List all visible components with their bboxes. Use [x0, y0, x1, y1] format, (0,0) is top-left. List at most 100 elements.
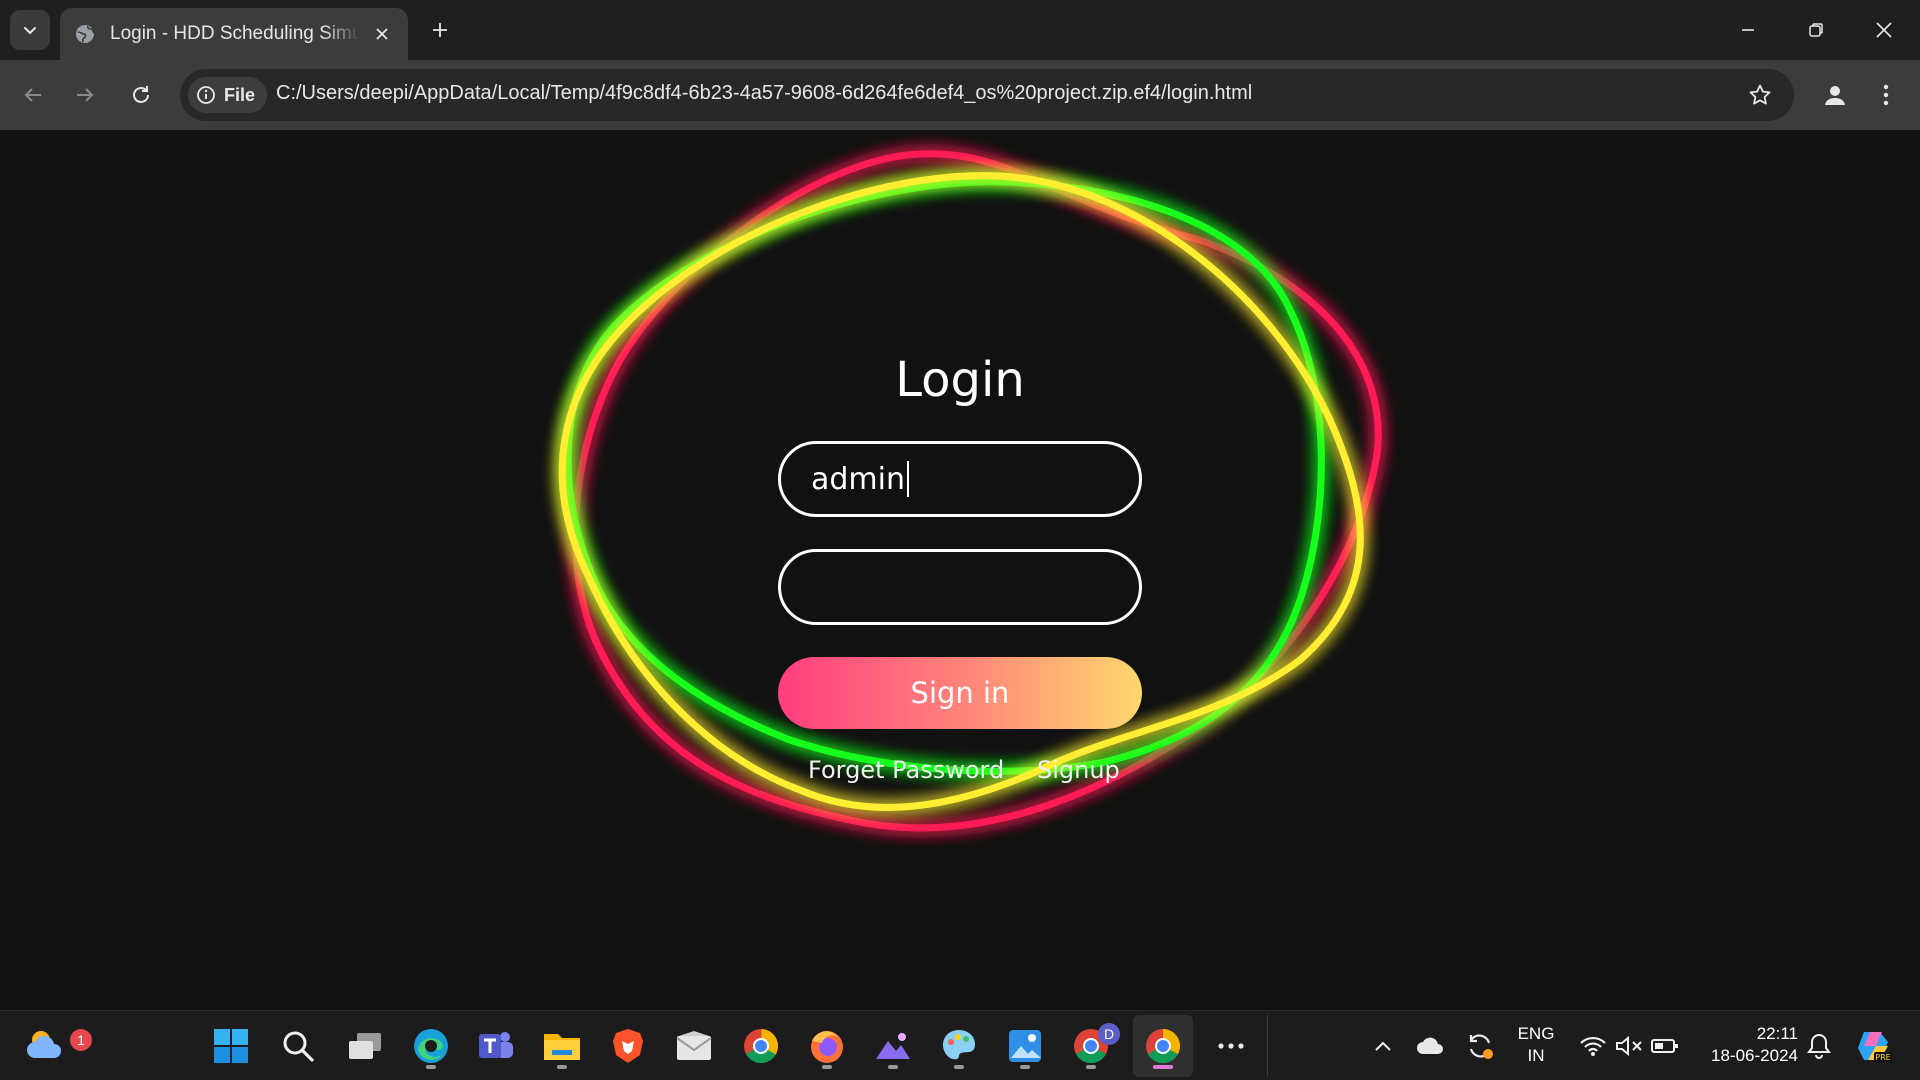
image-viewer-app[interactable]	[1000, 1021, 1050, 1071]
globe-icon	[74, 23, 96, 45]
paint-icon	[943, 1030, 975, 1060]
running-indicator	[1020, 1065, 1030, 1069]
file-explorer-icon	[544, 1034, 580, 1060]
running-indicator	[557, 1065, 567, 1069]
running-indicator	[888, 1065, 898, 1069]
sync-tray[interactable]	[1455, 1021, 1505, 1071]
file-explorer-app[interactable]	[537, 1021, 587, 1071]
arrow-left-icon	[24, 88, 41, 102]
active-indicator	[1153, 1065, 1173, 1069]
task-view-icon	[349, 1033, 381, 1059]
minimize-icon	[1742, 29, 1754, 31]
login-title: Login	[895, 352, 1025, 408]
language-code: ENG	[1517, 1024, 1555, 1043]
bell-icon	[1807, 1033, 1831, 1059]
weather-badge: 1	[70, 1029, 92, 1051]
url-text[interactable]: C:/Users/deepi/AppData/Local/Temp/4f9c8d…	[276, 82, 1252, 105]
start-button[interactable]	[206, 1021, 256, 1071]
search-button[interactable]	[273, 1021, 323, 1071]
copilot-button[interactable]: PRE	[1850, 1021, 1900, 1071]
clock[interactable]: 22:11 18-06-2024	[1692, 1023, 1798, 1067]
running-indicator	[822, 1065, 832, 1069]
teams-icon	[479, 1032, 513, 1058]
close-tab-icon[interactable]	[370, 22, 394, 46]
notifications-button[interactable]	[1794, 1021, 1844, 1071]
star-icon	[1749, 84, 1771, 105]
info-icon	[197, 86, 215, 104]
clock-date: 18-06-2024	[1711, 1046, 1798, 1065]
battery-icon	[1651, 1039, 1678, 1053]
avatar-icon	[1825, 86, 1845, 105]
address-bar[interactable]: File C:/Users/deepi/AppData/Local/Temp/4…	[180, 69, 1794, 121]
chrome-active-app[interactable]	[1138, 1021, 1188, 1071]
browser-menu-button[interactable]	[1868, 76, 1904, 114]
taskbar-separator	[1267, 1015, 1268, 1077]
wifi-icon	[1580, 1036, 1606, 1056]
tab-search-button[interactable]	[10, 10, 50, 50]
new-tab-button[interactable]	[424, 14, 456, 46]
weather-icon	[27, 1031, 61, 1058]
firefox-app[interactable]	[802, 1021, 852, 1071]
clock-time: 22:11	[1756, 1024, 1798, 1043]
task-view-button[interactable]	[340, 1021, 390, 1071]
running-indicator	[426, 1065, 436, 1069]
copilot-icon: PRE	[1858, 1032, 1892, 1062]
photos-app[interactable]	[868, 1021, 918, 1071]
speaker-muted-icon	[1616, 1035, 1642, 1057]
text-caret	[907, 461, 909, 497]
close-window-button[interactable]	[1864, 10, 1904, 50]
mail-app[interactable]	[669, 1021, 719, 1071]
battery-tray[interactable]	[1640, 1021, 1690, 1071]
edge-icon	[414, 1029, 448, 1063]
weather-widget[interactable]: 1	[22, 1021, 92, 1071]
more-apps-button[interactable]	[1206, 1021, 1256, 1071]
show-hidden-icons-button[interactable]	[1358, 1021, 1408, 1071]
profile-button[interactable]	[1816, 76, 1854, 114]
running-indicator	[954, 1065, 964, 1069]
chevron-up-icon	[1375, 1041, 1391, 1051]
running-indicator	[1086, 1065, 1096, 1069]
plus-icon	[433, 23, 447, 37]
back-button[interactable]	[14, 76, 52, 114]
chrome-icon	[744, 1029, 778, 1063]
arrow-right-icon	[77, 88, 94, 102]
browser-tab-bar: Login - HDD Scheduling Simula	[0, 0, 1920, 60]
site-chip-label: File	[224, 84, 256, 105]
chrome-app[interactable]	[736, 1021, 786, 1071]
svg-text:PRE: PRE	[1875, 1053, 1890, 1062]
photos-icon	[876, 1033, 910, 1059]
minimize-button[interactable]	[1728, 10, 1768, 50]
language-indicator[interactable]: ENG IN	[1508, 1023, 1564, 1067]
username-value: admin	[811, 461, 905, 497]
cloud-icon	[1417, 1037, 1443, 1054]
chevron-down-icon	[24, 27, 36, 35]
sign-in-button[interactable]: Sign in	[778, 657, 1142, 729]
firefox-icon	[811, 1031, 843, 1063]
region-code: IN	[1527, 1046, 1545, 1065]
username-input[interactable]: admin	[778, 441, 1142, 517]
site-info-chip[interactable]: File	[188, 77, 268, 113]
windows-taskbar: 1 D ENG IN 22:11 18-06-2024 PRE	[0, 1010, 1920, 1080]
password-input[interactable]	[778, 549, 1142, 625]
brave-app[interactable]	[603, 1021, 653, 1071]
image-viewer-icon	[1009, 1030, 1041, 1062]
brave-icon	[613, 1029, 643, 1063]
forgot-password-link[interactable]: Forget Password	[808, 756, 1004, 784]
more-apps-icon	[1218, 1043, 1244, 1049]
teams-app[interactable]	[471, 1021, 521, 1071]
forward-button[interactable]	[66, 76, 104, 114]
edge-app[interactable]	[406, 1021, 456, 1071]
reload-icon	[133, 86, 149, 103]
reload-button[interactable]	[122, 76, 160, 114]
browser-toolbar: File C:/Users/deepi/AppData/Local/Temp/4…	[0, 60, 1920, 130]
paint-app[interactable]	[934, 1021, 984, 1071]
bookmark-button[interactable]	[1744, 79, 1776, 111]
signup-link[interactable]: Signup	[1037, 756, 1120, 784]
active-tab[interactable]: Login - HDD Scheduling Simula	[60, 8, 408, 60]
restore-icon	[1809, 23, 1823, 37]
mail-icon	[676, 1031, 712, 1060]
onedrive-tray[interactable]	[1406, 1021, 1456, 1071]
page-viewport: Login admin Sign in Forget Password Sign…	[0, 130, 1920, 1010]
chrome-profile-app[interactable]: D	[1066, 1021, 1120, 1071]
restore-button[interactable]	[1796, 10, 1836, 50]
